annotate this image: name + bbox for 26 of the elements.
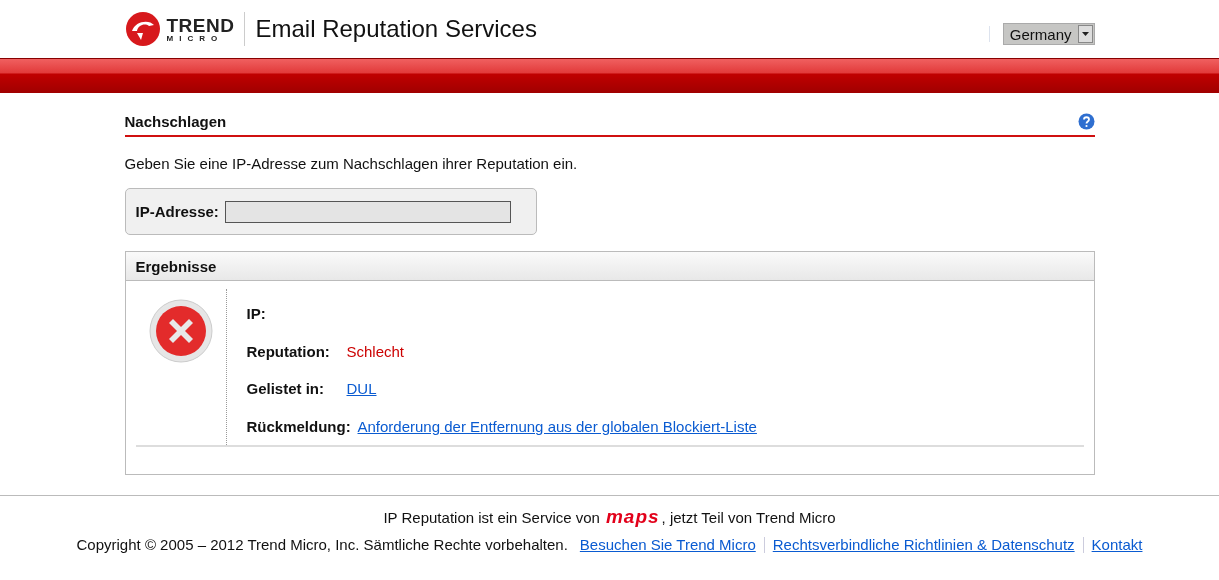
caret-icon — [1081, 32, 1089, 36]
site-title: Email Reputation Services — [255, 15, 537, 43]
country-select[interactable]: Germany — [1002, 23, 1095, 45]
footer-link[interactable]: Kontakt — [1091, 536, 1143, 553]
instruction-text: Geben Sie eine IP-Adresse zum Nachschlagen ihrer Reputation ein. — [124, 155, 579, 172]
result-label: Gelistet in: — [246, 380, 325, 398]
ip-input-field[interactable] — [224, 200, 511, 223]
result-label: Reputation: — [246, 342, 331, 360]
result-link[interactable]: Anforderung der Entfernung aus der globalen Blockiert-Liste — [357, 417, 757, 435]
logo-subtext: MICRO — [166, 34, 225, 43]
footer-link[interactable]: Rechtsverbindliche Richtlinien & Datenschutz — [772, 536, 1075, 553]
footer-link[interactable]: Besuchen Sie Trend Micro — [579, 536, 756, 553]
copyright-text: Copyright © 2005 – 2012 Trend Micro, Inc. Sämtliche Rechte vorbehalten. — [76, 536, 568, 553]
service-text: , jetzt Teil von Trend Micro — [661, 509, 836, 526]
help-icon[interactable] — [1077, 113, 1095, 130]
reputation-value: Schlecht — [346, 342, 405, 360]
result-label: IP: — [246, 305, 267, 323]
maps-logo: maps — [605, 506, 660, 528]
result-link[interactable]: DUL — [346, 380, 377, 398]
results-title: Ergebnisse — [135, 257, 217, 275]
result-label: Rückmeldung: — [246, 417, 352, 435]
logo-icon — [124, 11, 161, 47]
logo-text: TREND — [166, 15, 235, 35]
section-title: Nachschlagen — [124, 113, 227, 130]
service-text: IP Reputation ist ein Service von — [383, 509, 600, 526]
field-label: IP-Adresse: — [135, 203, 219, 220]
